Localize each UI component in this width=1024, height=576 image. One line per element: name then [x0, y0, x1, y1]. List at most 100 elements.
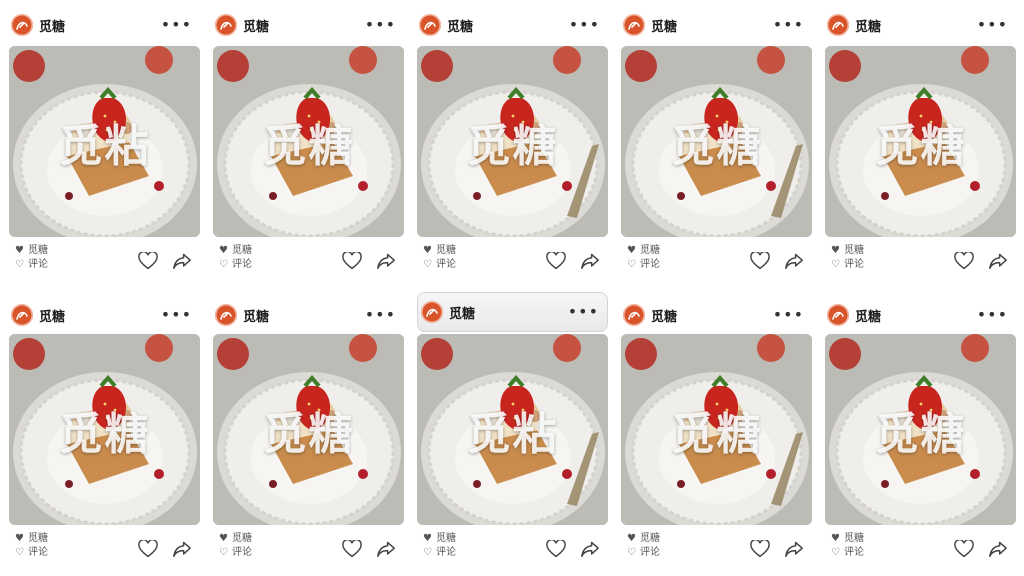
post-image[interactable]: 觅糖 [825, 46, 1016, 237]
comment-label[interactable]: 评论 [436, 258, 456, 272]
comment-label[interactable]: 评论 [28, 258, 48, 272]
brand-name[interactable]: 觅糖 [651, 306, 677, 325]
comment-label[interactable]: 评论 [844, 258, 864, 272]
share-icon[interactable] [172, 540, 192, 558]
brand-name[interactable]: 觅糖 [243, 306, 269, 325]
post-image[interactable]: 觅粘 [9, 46, 200, 237]
more-dots-icon[interactable]: ••• [161, 307, 192, 323]
post-image[interactable]: 觅粘 [417, 334, 608, 525]
share-icon[interactable] [784, 540, 804, 558]
post-card[interactable]: 觅糖 ••• 觅糖 ♥ 觅糖 ♡ 评论 [213, 288, 404, 576]
brand-logo-icon[interactable] [11, 304, 33, 326]
more-dots-icon[interactable]: ••• [773, 17, 804, 33]
post-header: 觅糖 ••• [9, 10, 200, 40]
post-image[interactable]: 觅糖 [9, 334, 200, 525]
brand-name[interactable]: 觅糖 [39, 306, 65, 325]
share-icon[interactable] [988, 252, 1008, 270]
comment-label[interactable]: 评论 [232, 546, 252, 560]
outline-heart-icon[interactable]: ♡ [219, 546, 228, 560]
share-icon[interactable] [784, 252, 804, 270]
brand-logo-icon[interactable] [11, 14, 33, 36]
brand-logo-icon[interactable] [215, 14, 237, 36]
brand-name[interactable]: 觅糖 [855, 16, 881, 35]
comment-label[interactable]: 评论 [640, 546, 660, 560]
outline-heart-icon[interactable]: ♡ [423, 258, 432, 272]
share-icon[interactable] [376, 540, 396, 558]
post-card[interactable]: 觅糖 ••• 觅糖 ♥ 觅糖 ♡ 评论 [825, 288, 1016, 576]
post-card[interactable]: 觅糖 ••• 觅糖 ♥ 觅糖 ♡ 评论 [825, 0, 1016, 288]
brand-logo-icon[interactable] [215, 304, 237, 326]
share-icon[interactable] [172, 252, 192, 270]
outline-heart-icon[interactable]: ♡ [219, 258, 228, 272]
comment-label[interactable]: 评论 [844, 546, 864, 560]
more-dots-icon[interactable]: ••• [977, 17, 1008, 33]
more-dots-icon[interactable]: ••• [773, 307, 804, 323]
more-dots-icon[interactable]: ••• [365, 307, 396, 323]
heart-icon[interactable] [138, 540, 158, 558]
small-heart-icon: ♥ [15, 533, 24, 544]
post-actions [342, 540, 396, 558]
brand-logo-icon[interactable] [623, 304, 645, 326]
brand-logo-icon[interactable] [623, 14, 645, 36]
heart-icon[interactable] [342, 252, 362, 270]
outline-heart-icon[interactable]: ♡ [627, 258, 636, 272]
more-dots-icon[interactable]: ••• [365, 17, 396, 33]
outline-heart-icon[interactable]: ♡ [831, 546, 840, 560]
post-card[interactable]: 觅糖 ••• 觅糖 ♥ 觅糖 ♡ 评论 [9, 288, 200, 576]
brand-name[interactable]: 觅糖 [651, 16, 677, 35]
comment-label[interactable]: 评论 [640, 258, 660, 272]
brand-logo-icon[interactable] [827, 14, 849, 36]
post-image[interactable]: 觅糖 [417, 46, 608, 237]
outline-heart-icon[interactable]: ♡ [831, 258, 840, 272]
heart-icon[interactable] [546, 252, 566, 270]
brand-name[interactable]: 觅糖 [447, 16, 473, 35]
post-image[interactable]: 觅糖 [213, 334, 404, 525]
image-watermark: 觅糖 [874, 120, 967, 172]
likes-label: 觅糖 [231, 245, 252, 256]
outline-heart-icon[interactable]: ♡ [15, 258, 24, 272]
outline-heart-icon[interactable]: ♡ [15, 546, 24, 560]
brand-logo-icon[interactable] [419, 14, 441, 36]
post-image[interactable]: 觅糖 [213, 46, 404, 237]
small-heart-icon: ♥ [627, 533, 636, 544]
brand-logo-icon[interactable] [421, 301, 443, 323]
post-card[interactable]: 觅糖 ••• 觅糖 ♥ 觅糖 ♡ 评论 [621, 288, 812, 576]
post-image[interactable]: 觅糖 [621, 46, 812, 237]
small-heart-icon: ♥ [15, 245, 24, 256]
comment-label[interactable]: 评论 [232, 258, 252, 272]
brand-name[interactable]: 觅糖 [855, 306, 881, 325]
heart-icon[interactable] [546, 540, 566, 558]
brand-name[interactable]: 觅糖 [39, 16, 65, 35]
brand-name[interactable]: 觅糖 [243, 16, 269, 35]
post-meta: ♥ 觅糖 ♡ 评论 [423, 532, 456, 560]
share-icon[interactable] [580, 252, 600, 270]
heart-icon[interactable] [954, 252, 974, 270]
post-image[interactable]: 觅糖 [825, 334, 1016, 525]
post-card[interactable]: 觅糖 ••• 觅粘 ♥ 觅糖 ♡ 评论 [417, 288, 608, 576]
comment-label[interactable]: 评论 [436, 546, 456, 560]
more-dots-icon[interactable]: ••• [161, 17, 192, 33]
heart-icon[interactable] [954, 540, 974, 558]
post-card[interactable]: 觅糖 ••• 觅糖 ♥ 觅糖 ♡ 评论 [213, 0, 404, 288]
share-icon[interactable] [376, 252, 396, 270]
heart-icon[interactable] [138, 252, 158, 270]
heart-icon[interactable] [750, 540, 770, 558]
more-dots-icon[interactable]: ••• [977, 307, 1008, 323]
more-dots-icon[interactable]: ••• [569, 17, 600, 33]
share-icon[interactable] [988, 540, 1008, 558]
brand-logo-icon[interactable] [827, 304, 849, 326]
post-image[interactable]: 觅糖 [621, 334, 812, 525]
post-card[interactable]: 觅糖 ••• 觅糖 ♥ 觅糖 ♡ 评论 [417, 0, 608, 288]
outline-heart-icon[interactable]: ♡ [627, 546, 636, 560]
brand-name[interactable]: 觅糖 [449, 303, 475, 322]
post-card[interactable]: 觅糖 ••• 觅粘 ♥ 觅糖 ♡ 评论 [9, 0, 200, 288]
post-card[interactable]: 觅糖 ••• 觅糖 ♥ 觅糖 ♡ 评论 [621, 0, 812, 288]
image-watermark: 觅糖 [670, 120, 763, 172]
heart-icon[interactable] [342, 540, 362, 558]
post-meta: ♥ 觅糖 ♡ 评论 [423, 244, 456, 272]
more-dots-icon[interactable]: ••• [568, 304, 599, 320]
heart-icon[interactable] [750, 252, 770, 270]
share-icon[interactable] [580, 540, 600, 558]
comment-label[interactable]: 评论 [28, 546, 48, 560]
outline-heart-icon[interactable]: ♡ [423, 546, 432, 560]
